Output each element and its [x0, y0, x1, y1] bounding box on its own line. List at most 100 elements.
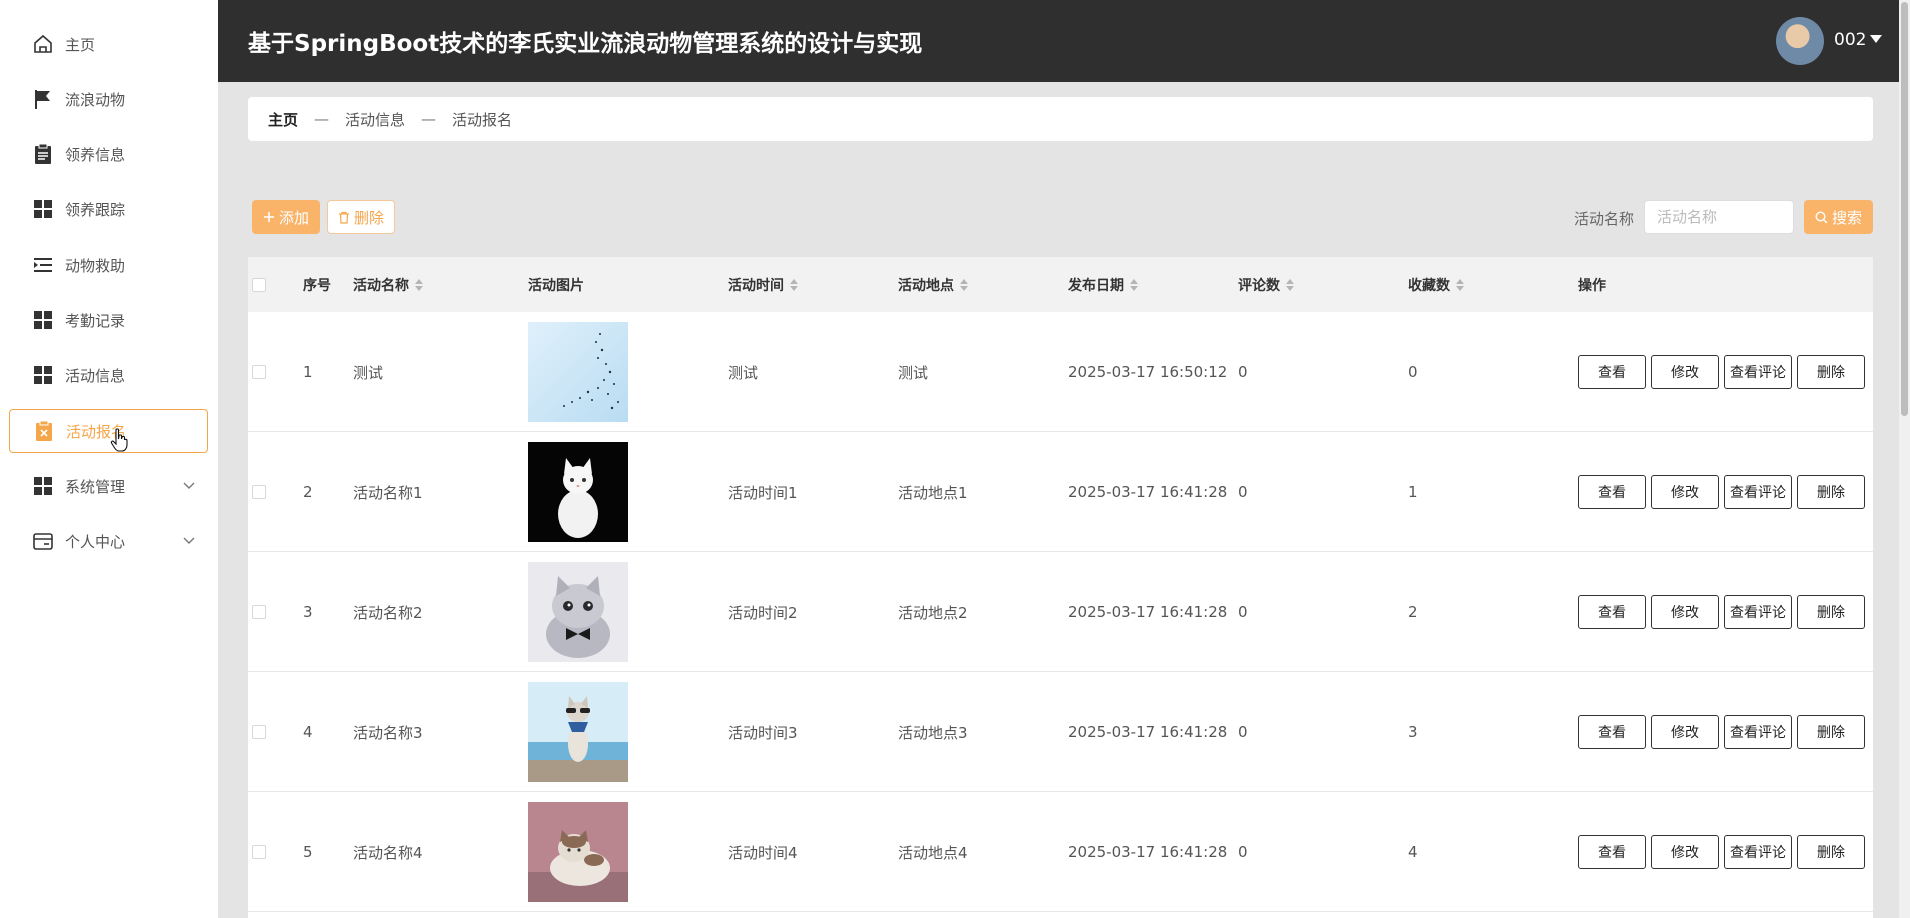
batch-delete-button[interactable]: 删除 — [327, 200, 395, 234]
edit-button[interactable]: 修改 — [1651, 715, 1719, 749]
sidebar-item-personal-center[interactable]: 个人中心 — [9, 519, 208, 563]
breadcrumb-separator: — — [314, 110, 330, 128]
sort-icon[interactable] — [960, 278, 968, 291]
add-button-label: 添加 — [278, 208, 309, 227]
sidebar-item-adoption-tracking[interactable]: 领养跟踪 — [9, 187, 208, 231]
add-button[interactable]: 添加 — [252, 200, 320, 234]
breadcrumb-home[interactable]: 主页 — [268, 109, 298, 130]
column-header-time[interactable]: 活动时间 — [728, 257, 798, 312]
delete-button[interactable]: 删除 — [1797, 715, 1865, 749]
clipboard-icon — [31, 142, 55, 166]
column-header-name[interactable]: 活动名称 — [353, 257, 423, 312]
table-header: 序号 活动名称 活动图片 活动时间 活动地点 发布日期 评论数 收藏数 操作 — [248, 257, 1873, 312]
view-comments-button[interactable]: 查看评论 — [1724, 355, 1792, 389]
row-checkbox[interactable] — [252, 365, 266, 379]
search-input[interactable] — [1644, 200, 1794, 234]
view-button[interactable]: 查看 — [1578, 355, 1646, 389]
select-all-checkbox[interactable] — [252, 277, 266, 292]
view-button[interactable]: 查看 — [1578, 475, 1646, 509]
table-row: 2 活动名称1 活动时间1 活动地点1 2025-03-17 16:41:28 … — [248, 432, 1873, 552]
view-button[interactable]: 查看 — [1578, 835, 1646, 869]
edit-button[interactable]: 修改 — [1651, 835, 1719, 869]
row-date: 2025-03-17 16:41:28 — [1068, 483, 1228, 501]
breadcrumb-activity-info[interactable]: 活动信息 — [345, 109, 405, 130]
row-name: 活动名称1 — [353, 483, 423, 502]
sort-icon[interactable] — [415, 278, 423, 291]
row-index: 2 — [303, 483, 313, 501]
row-name: 测试 — [353, 363, 384, 382]
search-button[interactable]: 搜索 — [1804, 200, 1873, 234]
delete-button[interactable]: 删除 — [1797, 355, 1865, 389]
sidebar-item-activity-info[interactable]: 活动信息 — [9, 353, 208, 397]
row-time: 活动时间1 — [728, 483, 798, 502]
calico-cat-image[interactable] — [528, 802, 628, 902]
view-comments-button[interactable]: 查看评论 — [1724, 475, 1792, 509]
row-favorites: 1 — [1408, 483, 1418, 501]
row-checkbox[interactable] — [252, 605, 266, 619]
sidebar-item-label: 活动信息 — [65, 366, 126, 385]
caret-down-icon[interactable] — [1870, 35, 1882, 43]
row-index: 1 — [303, 363, 313, 381]
page-scrollbar[interactable] — [1899, 0, 1910, 918]
view-comments-button[interactable]: 查看评论 — [1724, 595, 1792, 629]
sidebar-item-label: 动物救助 — [65, 256, 126, 275]
sky-birds-image[interactable] — [528, 322, 628, 422]
column-header-favorites[interactable]: 收藏数 — [1408, 257, 1464, 312]
home-icon — [31, 32, 55, 56]
view-comments-button[interactable]: 查看评论 — [1724, 715, 1792, 749]
username[interactable]: 002 — [1834, 30, 1866, 50]
row-checkbox[interactable] — [252, 845, 266, 859]
column-header-comments[interactable]: 评论数 — [1238, 257, 1294, 312]
column-header-place[interactable]: 活动地点 — [898, 257, 968, 312]
edit-button[interactable]: 修改 — [1651, 595, 1719, 629]
avatar[interactable] — [1776, 17, 1824, 65]
sort-icon[interactable] — [1286, 278, 1294, 291]
select-all-checkbox-cell — [252, 257, 266, 312]
row-name: 活动名称3 — [353, 723, 423, 742]
top-header: 基于SpringBoot技术的李氏实业流浪动物管理系统的设计与实现 002 — [218, 0, 1910, 82]
gray-kitten-image[interactable] — [528, 562, 628, 662]
view-button[interactable]: 查看 — [1578, 595, 1646, 629]
edit-button[interactable]: 修改 — [1651, 475, 1719, 509]
row-checkbox[interactable] — [252, 485, 266, 499]
sidebar-item-stray-animals[interactable]: 流浪动物 — [9, 77, 208, 121]
row-comments: 0 — [1238, 603, 1248, 621]
row-date: 2025-03-17 16:41:28 — [1068, 843, 1228, 861]
search-button-label: 搜索 — [1831, 208, 1862, 227]
sidebar-item-attendance[interactable]: 考勤记录 — [9, 298, 208, 342]
view-button[interactable]: 查看 — [1578, 715, 1646, 749]
sort-icon[interactable] — [790, 278, 798, 291]
delete-button[interactable]: 删除 — [1797, 595, 1865, 629]
scrollbar-thumb[interactable] — [1901, 2, 1908, 416]
view-comments-button[interactable]: 查看评论 — [1724, 835, 1792, 869]
sidebar-item-system-management[interactable]: 系统管理 — [9, 464, 208, 508]
table-row: 4 活动名称3 活动时间3 活动地点3 2025-03-17 16:41:28 … — [248, 672, 1873, 792]
column-header-actions: 操作 — [1578, 277, 1606, 294]
sort-icon[interactable] — [1130, 278, 1138, 291]
row-date: 2025-03-17 16:41:28 — [1068, 603, 1228, 621]
sidebar-item-adoption-info[interactable]: 领养信息 — [9, 132, 208, 176]
white-cat-image[interactable] — [528, 442, 628, 542]
row-place: 测试 — [898, 363, 929, 382]
sidebar-item-animal-rescue[interactable]: 动物救助 — [9, 243, 208, 287]
row-date: 2025-03-17 16:41:28 — [1068, 723, 1228, 741]
chevron-down-icon — [182, 482, 196, 490]
table-row: 5 活动名称4 活动时间4 活动地点4 2025-03-17 16:41:28 … — [248, 792, 1873, 912]
row-place: 活动地点2 — [898, 603, 968, 622]
sidebar-item-label: 个人中心 — [65, 532, 126, 551]
edit-button[interactable]: 修改 — [1651, 355, 1719, 389]
breadcrumb: 主页 — 活动信息 — 活动报名 — [248, 97, 1873, 141]
sort-icon[interactable] — [1456, 278, 1464, 291]
row-index: 3 — [303, 603, 313, 621]
row-index: 4 — [303, 723, 313, 741]
delete-button[interactable]: 删除 — [1797, 475, 1865, 509]
search-label: 活动名称 — [1574, 210, 1635, 228]
delete-button[interactable]: 删除 — [1797, 835, 1865, 869]
sidebar-item-label: 活动报名 — [66, 422, 127, 441]
row-index: 5 — [303, 843, 313, 861]
sidebar-item-home[interactable]: 主页 — [9, 22, 208, 66]
sidebar-item-activity-signup[interactable]: 活动报名 — [9, 409, 208, 453]
row-checkbox[interactable] — [252, 725, 266, 739]
seaside-cat-image[interactable] — [528, 682, 628, 782]
column-header-date[interactable]: 发布日期 — [1068, 257, 1138, 312]
